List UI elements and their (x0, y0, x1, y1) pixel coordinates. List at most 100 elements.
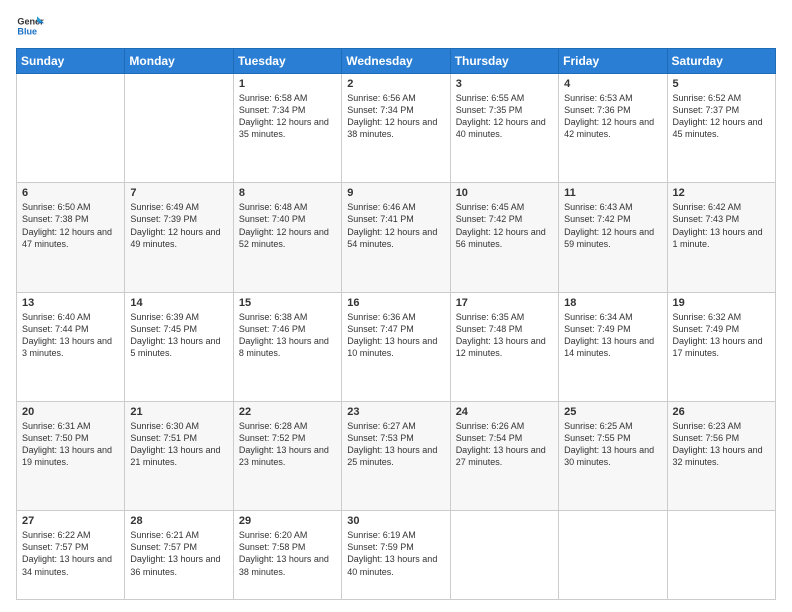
calendar-cell: 5 Sunrise: 6:52 AMSunset: 7:37 PMDaylight… (667, 74, 775, 183)
day-number: 20 (22, 406, 119, 418)
svg-text:Blue: Blue (17, 26, 37, 36)
cell-details: Sunrise: 6:27 AMSunset: 7:53 PMDaylight:… (347, 421, 437, 467)
page: General Blue SundayMondayTuesdayWednesda… (0, 0, 792, 612)
cell-details: Sunrise: 6:19 AMSunset: 7:59 PMDaylight:… (347, 530, 437, 576)
weekday-header-row: SundayMondayTuesdayWednesdayThursdayFrid… (17, 49, 776, 74)
cell-details: Sunrise: 6:43 AMSunset: 7:42 PMDaylight:… (564, 202, 654, 248)
cell-details: Sunrise: 6:50 AMSunset: 7:38 PMDaylight:… (22, 202, 112, 248)
cell-details: Sunrise: 6:45 AMSunset: 7:42 PMDaylight:… (456, 202, 546, 248)
calendar-cell (667, 511, 775, 600)
day-number: 9 (347, 187, 444, 199)
calendar-cell: 11 Sunrise: 6:43 AMSunset: 7:42 PMDayligh… (559, 183, 667, 292)
day-number: 13 (22, 297, 119, 309)
day-number: 11 (564, 187, 661, 199)
calendar-cell: 7 Sunrise: 6:49 AMSunset: 7:39 PMDaylight… (125, 183, 233, 292)
cell-details: Sunrise: 6:23 AMSunset: 7:56 PMDaylight:… (673, 421, 763, 467)
calendar-cell: 27 Sunrise: 6:22 AMSunset: 7:57 PMDayligh… (17, 511, 125, 600)
day-number: 14 (130, 297, 227, 309)
day-number: 4 (564, 78, 661, 90)
day-number: 8 (239, 187, 336, 199)
weekday-header-thursday: Thursday (450, 49, 558, 74)
weekday-header-monday: Monday (125, 49, 233, 74)
cell-details: Sunrise: 6:40 AMSunset: 7:44 PMDaylight:… (22, 312, 112, 358)
cell-details: Sunrise: 6:26 AMSunset: 7:54 PMDaylight:… (456, 421, 546, 467)
cell-details: Sunrise: 6:35 AMSunset: 7:48 PMDaylight:… (456, 312, 546, 358)
calendar-cell: 29 Sunrise: 6:20 AMSunset: 7:58 PMDayligh… (233, 511, 341, 600)
cell-details: Sunrise: 6:52 AMSunset: 7:37 PMDaylight:… (673, 93, 763, 139)
calendar-cell: 16 Sunrise: 6:36 AMSunset: 7:47 PMDayligh… (342, 292, 450, 401)
day-number: 12 (673, 187, 770, 199)
weekday-header-tuesday: Tuesday (233, 49, 341, 74)
day-number: 23 (347, 406, 444, 418)
calendar-cell: 18 Sunrise: 6:34 AMSunset: 7:49 PMDayligh… (559, 292, 667, 401)
calendar-cell: 13 Sunrise: 6:40 AMSunset: 7:44 PMDayligh… (17, 292, 125, 401)
calendar-cell: 28Sunrise: 6:21 AMSunset: 7:57 PMDayligh… (125, 511, 233, 600)
weekday-header-sunday: Sunday (17, 49, 125, 74)
day-number: 29 (239, 515, 336, 527)
day-number: 10 (456, 187, 553, 199)
cell-details: Sunrise: 6:58 AMSunset: 7:34 PMDaylight:… (239, 93, 329, 139)
calendar-cell: 23 Sunrise: 6:27 AMSunset: 7:53 PMDayligh… (342, 401, 450, 510)
cell-details: Sunrise: 6:49 AMSunset: 7:39 PMDaylight:… (130, 202, 220, 248)
day-number: 21 (130, 406, 227, 418)
day-number: 15 (239, 297, 336, 309)
calendar-cell (450, 511, 558, 600)
day-number: 16 (347, 297, 444, 309)
cell-details: Sunrise: 6:48 AMSunset: 7:40 PMDaylight:… (239, 202, 329, 248)
calendar-cell: 9 Sunrise: 6:46 AMSunset: 7:41 PMDaylight… (342, 183, 450, 292)
calendar-cell: 2 Sunrise: 6:56 AMSunset: 7:34 PMDaylight… (342, 74, 450, 183)
cell-details: Sunrise: 6:20 AMSunset: 7:58 PMDaylight:… (239, 530, 329, 576)
cell-details: Sunrise: 6:25 AMSunset: 7:55 PMDaylight:… (564, 421, 654, 467)
cell-details: Sunrise: 6:22 AMSunset: 7:57 PMDaylight:… (22, 530, 112, 576)
calendar-cell: 26 Sunrise: 6:23 AMSunset: 7:56 PMDayligh… (667, 401, 775, 510)
calendar-cell: 10 Sunrise: 6:45 AMSunset: 7:42 PMDayligh… (450, 183, 558, 292)
day-number: 24 (456, 406, 553, 418)
calendar-cell: 19 Sunrise: 6:32 AMSunset: 7:49 PMDayligh… (667, 292, 775, 401)
calendar-cell: 4 Sunrise: 6:53 AMSunset: 7:36 PMDaylight… (559, 74, 667, 183)
header: General Blue (16, 12, 776, 40)
day-number: 22 (239, 406, 336, 418)
calendar-cell: 21 Sunrise: 6:30 AMSunset: 7:51 PMDayligh… (125, 401, 233, 510)
cell-details: Sunrise: 6:28 AMSunset: 7:52 PMDaylight:… (239, 421, 329, 467)
calendar-cell: 25 Sunrise: 6:25 AMSunset: 7:55 PMDayligh… (559, 401, 667, 510)
calendar-cell: 14 Sunrise: 6:39 AMSunset: 7:45 PMDayligh… (125, 292, 233, 401)
logo-icon: General Blue (16, 12, 44, 40)
day-number: 19 (673, 297, 770, 309)
calendar-table: SundayMondayTuesdayWednesdayThursdayFrid… (16, 48, 776, 600)
logo: General Blue (16, 12, 50, 40)
calendar-cell (125, 74, 233, 183)
calendar-cell: 12 Sunrise: 6:42 AMSunset: 7:43 PMDayligh… (667, 183, 775, 292)
day-number: 27 (22, 515, 119, 527)
cell-details: Sunrise: 6:32 AMSunset: 7:49 PMDaylight:… (673, 312, 763, 358)
day-number: 6 (22, 187, 119, 199)
cell-details: Sunrise: 6:36 AMSunset: 7:47 PMDaylight:… (347, 312, 437, 358)
day-number: 18 (564, 297, 661, 309)
cell-details: Sunrise: 6:38 AMSunset: 7:46 PMDaylight:… (239, 312, 329, 358)
calendar-cell: 3Sunrise: 6:55 AMSunset: 7:35 PMDaylight… (450, 74, 558, 183)
calendar-cell: 22 Sunrise: 6:28 AMSunset: 7:52 PMDayligh… (233, 401, 341, 510)
cell-details: Sunrise: 6:55 AMSunset: 7:35 PMDaylight:… (456, 93, 546, 139)
cell-details: Sunrise: 6:31 AMSunset: 7:50 PMDaylight:… (22, 421, 112, 467)
cell-details: Sunrise: 6:34 AMSunset: 7:49 PMDaylight:… (564, 312, 654, 358)
cell-details: Sunrise: 6:39 AMSunset: 7:45 PMDaylight:… (130, 312, 220, 358)
calendar-cell: 1Sunrise: 6:58 AMSunset: 7:34 PMDaylight… (233, 74, 341, 183)
day-number: 28 (130, 515, 227, 527)
weekday-header-friday: Friday (559, 49, 667, 74)
day-number: 26 (673, 406, 770, 418)
calendar-cell: 20 Sunrise: 6:31 AMSunset: 7:50 PMDayligh… (17, 401, 125, 510)
cell-details: Sunrise: 6:53 AMSunset: 7:36 PMDaylight:… (564, 93, 654, 139)
day-number: 7 (130, 187, 227, 199)
calendar-cell: 24 Sunrise: 6:26 AMSunset: 7:54 PMDayligh… (450, 401, 558, 510)
cell-details: Sunrise: 6:30 AMSunset: 7:51 PMDaylight:… (130, 421, 220, 467)
day-number: 17 (456, 297, 553, 309)
calendar-cell: 15 Sunrise: 6:38 AMSunset: 7:46 PMDayligh… (233, 292, 341, 401)
cell-details: Sunrise: 6:42 AMSunset: 7:43 PMDaylight:… (673, 202, 763, 248)
cell-details: Sunrise: 6:46 AMSunset: 7:41 PMDaylight:… (347, 202, 437, 248)
day-number: 2 (347, 78, 444, 90)
day-number: 5 (673, 78, 770, 90)
day-number: 25 (564, 406, 661, 418)
cell-details: Sunrise: 6:56 AMSunset: 7:34 PMDaylight:… (347, 93, 437, 139)
calendar-cell: 30Sunrise: 6:19 AMSunset: 7:59 PMDayligh… (342, 511, 450, 600)
calendar-cell: 6 Sunrise: 6:50 AMSunset: 7:38 PMDaylight… (17, 183, 125, 292)
weekday-header-saturday: Saturday (667, 49, 775, 74)
